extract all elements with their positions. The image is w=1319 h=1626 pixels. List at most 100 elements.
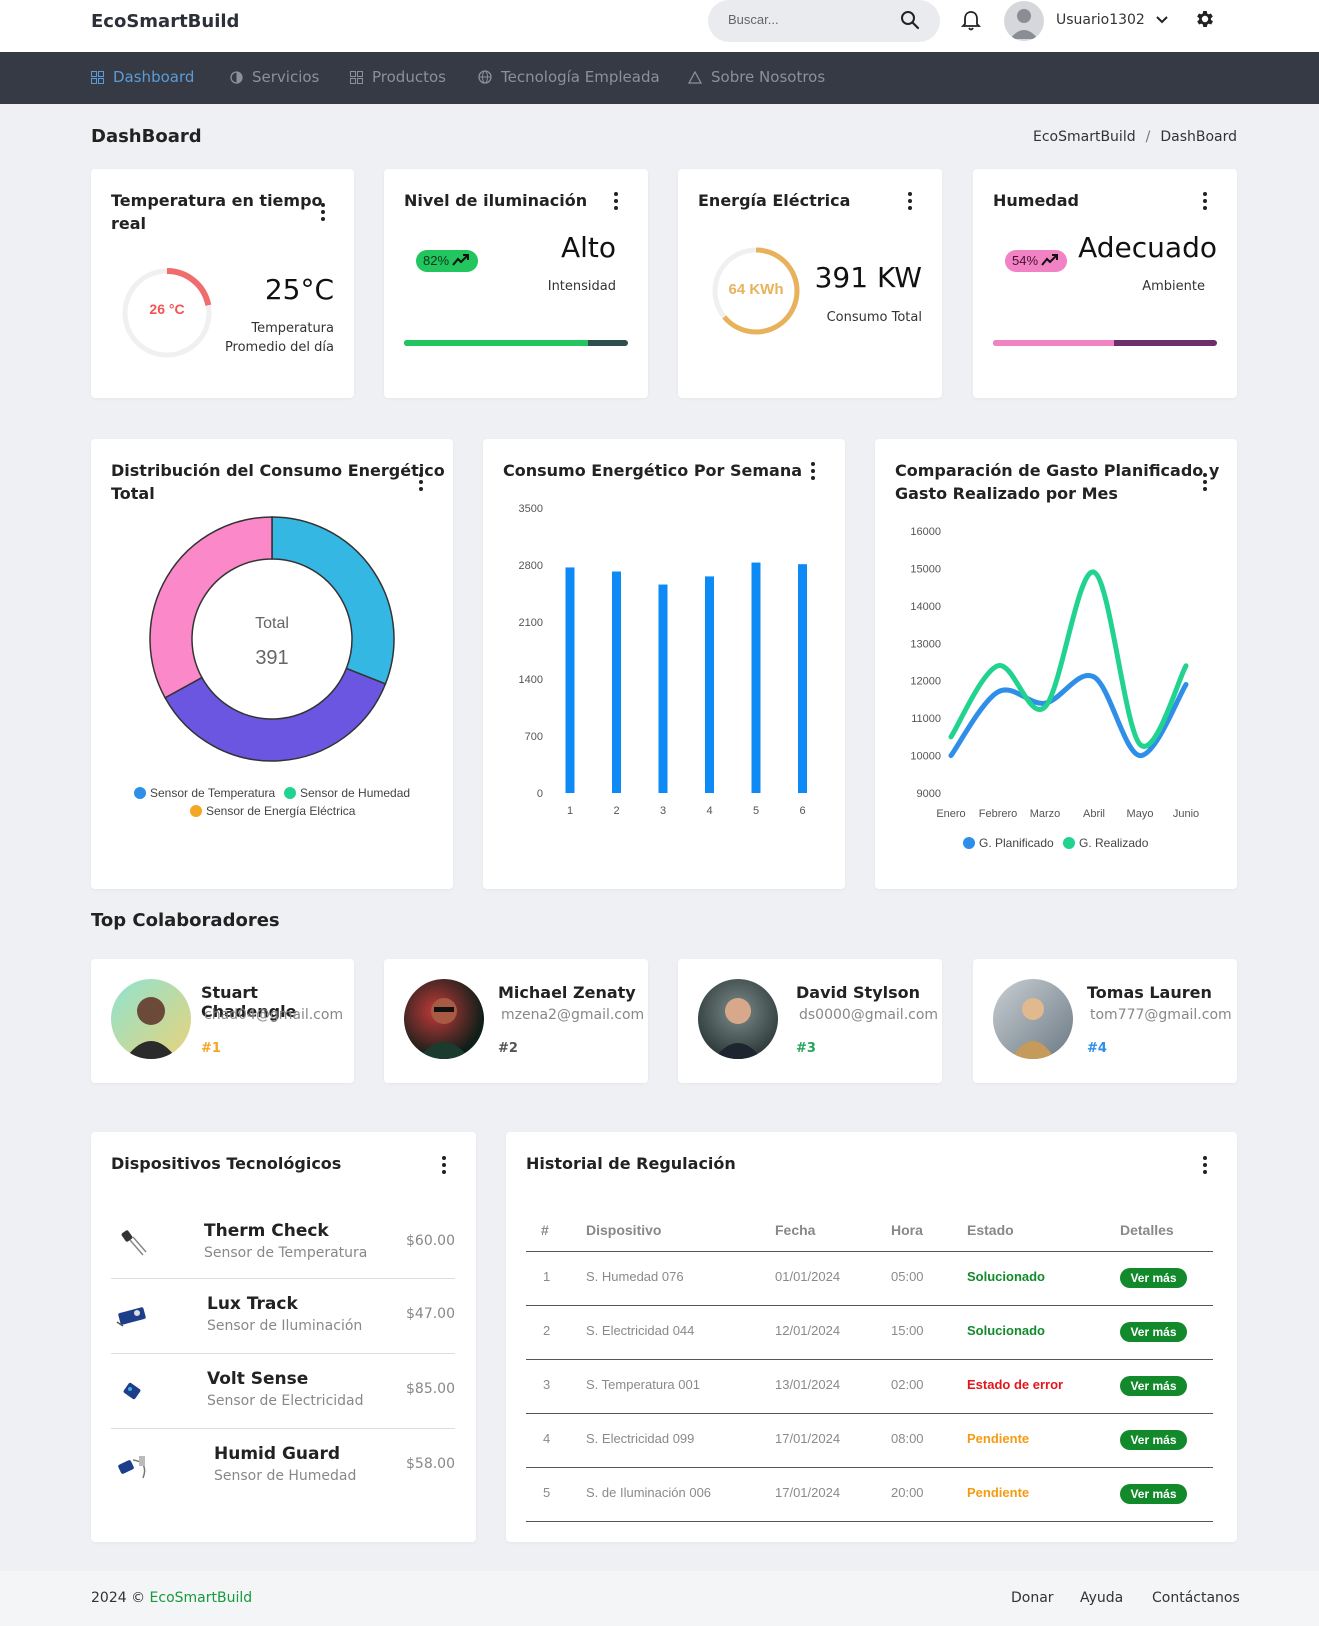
more-options-icon[interactable]: [441, 1156, 447, 1176]
temperature-title-line2: real: [111, 214, 147, 233]
search-box[interactable]: Buscar...: [708, 0, 940, 42]
row-number: 1: [543, 1269, 551, 1284]
light-sensor-icon: [116, 1307, 146, 1327]
legend-item[interactable]: G. Planificado: [963, 836, 1054, 850]
humidity-card: Humedad 54% Adecuado Ambiente: [973, 169, 1237, 398]
more-options-icon[interactable]: [613, 192, 619, 212]
row-time: 05:00: [891, 1269, 924, 1284]
y-tick-label: 16000: [910, 526, 941, 538]
collaborators-title: Top Colaboradores: [91, 910, 280, 931]
row-number: 3: [543, 1377, 551, 1392]
temperature-subtitle: Temperatura Promedio del día: [225, 319, 334, 357]
more-options-icon[interactable]: [907, 192, 913, 212]
footer-link-ayuda[interactable]: Ayuda: [1080, 1590, 1123, 1606]
legend-label: G. Realizado: [1079, 836, 1149, 850]
nav-dashboard-label: Dashboard: [113, 68, 195, 86]
status-label: Estado de error: [967, 1377, 1064, 1392]
x-tick-label: 4: [706, 805, 712, 817]
x-tick-label: 3: [660, 805, 666, 817]
breadcrumb-home[interactable]: EcoSmartBuild: [1033, 129, 1136, 145]
row-time: 20:00: [891, 1485, 924, 1500]
collaborator-photo: [698, 979, 778, 1059]
details-button[interactable]: Ver más: [1120, 1430, 1187, 1450]
footer-link-donar[interactable]: Donar: [1011, 1590, 1054, 1606]
bell-icon[interactable]: [961, 10, 981, 32]
collaborator-email: ds0000@gmail.com: [799, 1007, 939, 1023]
device-name: Therm Check: [204, 1221, 329, 1241]
details-button[interactable]: Ver más: [1120, 1322, 1187, 1342]
device-name: Humid Guard: [214, 1444, 341, 1464]
more-options-icon[interactable]: [320, 203, 326, 223]
chevron-down-icon[interactable]: [1155, 13, 1169, 27]
nav-sobre-nosotros[interactable]: Sobre Nosotros: [688, 68, 825, 86]
energy-card-title: Energía Eléctrica: [698, 191, 851, 210]
humidity-percent-label: 54%: [1012, 253, 1039, 268]
username-label[interactable]: Usuario1302: [1056, 12, 1145, 28]
copyright: 2024 © EcoSmartBuild: [91, 1590, 252, 1606]
search-input[interactable]: Buscar...: [728, 12, 779, 27]
x-tick-label: 5: [753, 805, 759, 817]
donut-chart-title: Distribución del Consumo Energético Tota…: [111, 459, 445, 505]
column-header-device: Dispositivo: [586, 1222, 662, 1238]
comparison-card: Comparación de Gasto Planificado y Gasto…: [875, 439, 1237, 889]
device-name: Lux Track: [207, 1294, 298, 1314]
brand-logo[interactable]: EcoSmartBuild: [91, 11, 239, 32]
energy-subtitle: Consumo Total: [826, 310, 922, 325]
details-button[interactable]: Ver más: [1120, 1484, 1187, 1504]
collaborator-card[interactable]: Tomas Lauren tom777@gmail.com #4: [973, 959, 1237, 1083]
device-type: Sensor de Iluminación: [207, 1318, 363, 1334]
legend-item[interactable]: G. Realizado: [1063, 836, 1148, 850]
divider: [526, 1251, 1213, 1252]
legend-label: Sensor de Energía Eléctrica: [206, 804, 356, 818]
device-item[interactable]: Lux Track Sensor de Iluminación $47.00: [111, 1280, 455, 1354]
more-options-icon[interactable]: [1202, 192, 1208, 212]
y-tick-label: 2800: [519, 560, 543, 572]
lighting-progress-bar: [404, 340, 628, 346]
collaborator-rank: #3: [796, 1041, 816, 1056]
device-item[interactable]: Therm Check Sensor de Temperatura $60.00: [111, 1205, 455, 1279]
y-tick-label: 1400: [519, 674, 543, 686]
legend-item[interactable]: Sensor de Energía Eléctrica: [190, 804, 355, 818]
donut-chart: [149, 516, 395, 762]
device-item[interactable]: Humid Guard Sensor de Humedad $58.00: [111, 1430, 455, 1504]
gear-icon[interactable]: [1194, 8, 1216, 30]
grid-icon: [350, 70, 363, 84]
weekly-consumption-card: Consumo Energético Por Semana 3500 2800 21…: [483, 439, 845, 889]
row-time: 08:00: [891, 1431, 924, 1446]
nav-productos[interactable]: Productos: [350, 68, 446, 86]
footer-link-contactanos[interactable]: Contáctanos: [1152, 1590, 1240, 1606]
collaborator-card[interactable]: Stuart Chadengle chad04@gmail.com #1: [91, 959, 354, 1083]
collaborator-card[interactable]: Michael Zenaty mzena2@gmail.com #2: [384, 959, 648, 1083]
legend-item[interactable]: Sensor de Humedad: [284, 786, 410, 800]
footer-brand-link[interactable]: EcoSmartBuild: [150, 1590, 253, 1606]
more-options-icon[interactable]: [1202, 1156, 1208, 1176]
details-button[interactable]: Ver más: [1120, 1268, 1187, 1288]
collaborator-name: Tomas Lauren: [1087, 983, 1212, 1002]
collaborator-card[interactable]: David Stylson ds0000@gmail.com #3: [678, 959, 942, 1083]
more-options-icon[interactable]: [418, 473, 424, 493]
lighting-percent-label: 82%: [423, 253, 450, 268]
humidity-card-title: Humedad: [993, 191, 1080, 210]
device-price: $60.00: [406, 1233, 455, 1249]
status-label: Pendiente: [967, 1431, 1030, 1446]
device-item[interactable]: Volt Sense Sensor de Electricidad $85.00: [111, 1355, 455, 1429]
row-time: 15:00: [891, 1323, 924, 1338]
collaborator-rank: #4: [1087, 1041, 1107, 1056]
avatar[interactable]: [1004, 1, 1044, 41]
search-icon[interactable]: [900, 10, 920, 30]
legend-item[interactable]: Sensor de Temperatura: [134, 786, 275, 800]
divider: [111, 1278, 455, 1279]
x-tick-label: Mayo: [1127, 808, 1154, 820]
energy-value: 391 KW: [814, 261, 922, 294]
nav-tecnologia[interactable]: Tecnología Empleada: [478, 68, 660, 86]
top-bar: EcoSmartBuild Buscar... Usuario1302: [0, 0, 1319, 52]
device-type: Sensor de Humedad: [214, 1468, 357, 1484]
device-price: $47.00: [406, 1306, 455, 1322]
details-button[interactable]: Ver más: [1120, 1376, 1187, 1396]
row-number: 4: [543, 1431, 551, 1446]
nav-servicios[interactable]: Servicios: [230, 68, 319, 86]
nav-dashboard[interactable]: Dashboard: [91, 68, 194, 86]
row-date: 17/01/2024: [775, 1485, 841, 1500]
column-header-time: Hora: [891, 1222, 923, 1238]
collaborator-rank: #1: [201, 1041, 221, 1056]
